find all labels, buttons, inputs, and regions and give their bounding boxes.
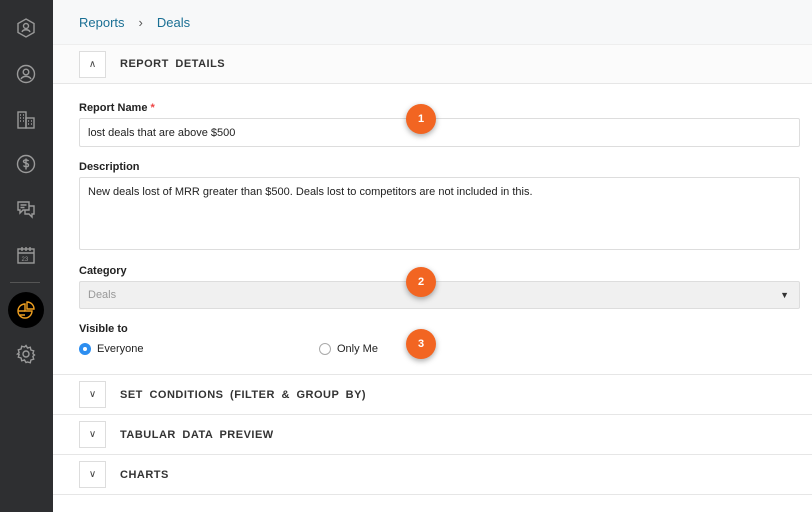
breadcrumb-reports[interactable]: Reports — [79, 15, 125, 30]
chevron-down-icon: ∨ — [88, 429, 97, 440]
expand-button[interactable]: ∨ — [79, 461, 106, 488]
report-name-label: Report Name * — [79, 102, 155, 114]
section-title: REPORT DETAILS — [120, 58, 226, 70]
section-report-details: ∧ REPORT DETAILS — [53, 44, 812, 84]
category-label: Category — [79, 265, 127, 277]
section-set-conditions[interactable]: ∨ SET CONDITIONS (FILTER & GROUP BY) — [53, 375, 812, 415]
contacts-hex-icon[interactable] — [13, 15, 39, 41]
section-charts[interactable]: ∨ CHARTS — [53, 455, 812, 495]
chevron-down-icon: ∨ — [88, 469, 97, 480]
chevron-right-icon: › — [138, 14, 143, 30]
calendar-icon[interactable]: 23 — [13, 242, 39, 268]
section-title: TABULAR DATA PREVIEW — [120, 428, 274, 441]
step-badge-3: 3 — [406, 329, 436, 359]
section-title: CHARTS — [120, 468, 169, 481]
caret-down-icon: ▼ — [780, 290, 789, 300]
category-value: Deals — [88, 289, 117, 301]
chat-icon[interactable] — [13, 196, 39, 222]
radio-checked-icon — [79, 343, 91, 355]
dollar-icon[interactable] — [13, 151, 39, 177]
reports-pie-icon[interactable] — [8, 292, 44, 328]
breadcrumb-deals[interactable]: Deals — [157, 15, 190, 30]
radio-label: Only Me — [337, 343, 378, 355]
label-text: Report Name — [79, 102, 148, 114]
radio-only-me[interactable]: Only Me — [319, 343, 378, 355]
description-textarea[interactable]: New deals lost of MRR greater than $500.… — [79, 177, 800, 250]
report-name-input[interactable]: lost deals that are above $500 — [79, 118, 800, 147]
building-icon[interactable] — [13, 107, 39, 133]
step-badge-2: 2 — [406, 267, 436, 297]
breadcrumb: Reports › Deals — [53, 0, 812, 44]
user-icon[interactable] — [13, 61, 39, 87]
main-content: Reports › Deals ∧ REPORT DETAILS Report … — [53, 0, 812, 512]
radio-unchecked-icon — [319, 343, 331, 355]
expand-button[interactable]: ∨ — [79, 381, 106, 408]
gear-icon[interactable] — [13, 341, 39, 367]
category-select[interactable]: Deals ▼ — [79, 281, 800, 309]
section-tabular-preview[interactable]: ∨ TABULAR DATA PREVIEW — [53, 415, 812, 455]
expand-button[interactable]: ∨ — [79, 421, 106, 448]
chevron-down-icon: ∨ — [88, 389, 97, 400]
collapse-button[interactable]: ∧ — [79, 50, 106, 78]
svg-text:23: 23 — [22, 257, 29, 263]
radio-label: Everyone — [97, 343, 144, 355]
step-badge-1: 1 — [406, 104, 436, 134]
sidebar-divider — [10, 282, 40, 283]
visible-to-label: Visible to — [79, 323, 128, 335]
radio-everyone[interactable]: Everyone — [79, 343, 143, 355]
section-title: SET CONDITIONS (FILTER & GROUP BY) — [120, 388, 367, 401]
sidebar: 23 — [0, 0, 53, 512]
required-mark: * — [150, 102, 155, 114]
chevron-up-icon: ∧ — [88, 58, 97, 70]
description-label: Description — [79, 161, 140, 173]
